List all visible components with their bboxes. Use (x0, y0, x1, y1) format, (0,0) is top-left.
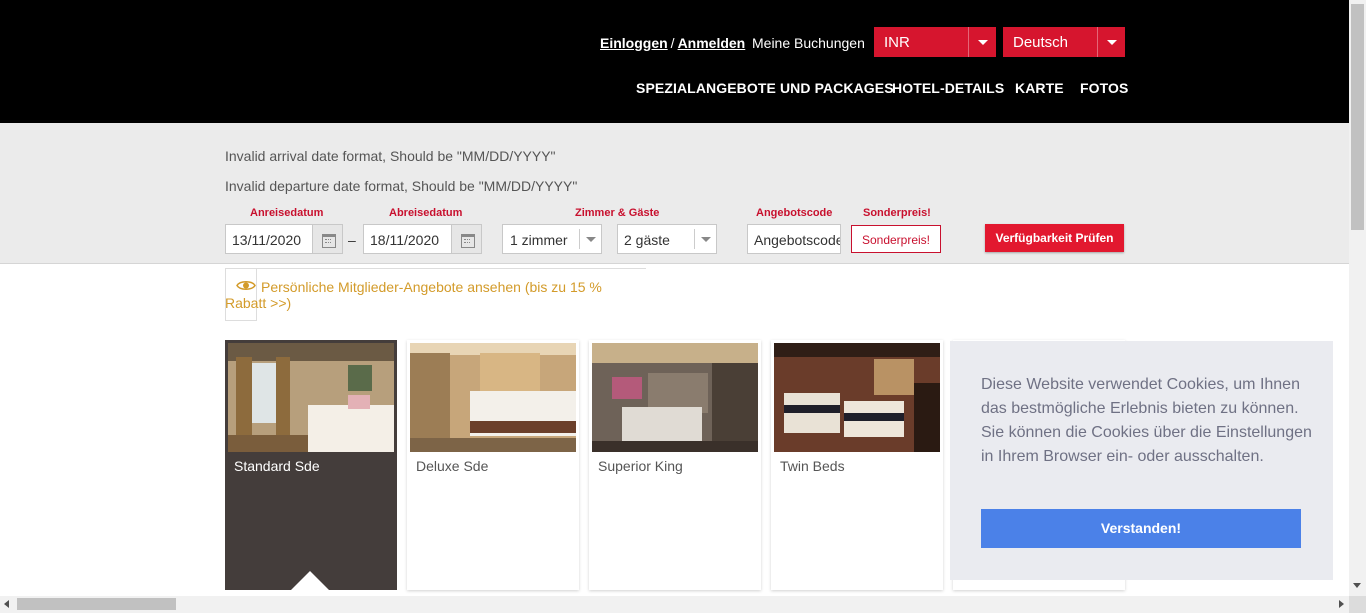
cookie-text: Diese Website verwendet Cookies, um Ihne… (981, 376, 1312, 465)
room-card-superior-king[interactable]: Superior King (589, 340, 761, 590)
room-name: Superior King (598, 458, 683, 474)
cookie-accept-button[interactable]: Verstanden! (981, 509, 1301, 548)
departure-label: Abreisedatum (389, 207, 463, 219)
promo-code-placeholder: Angebotscode (754, 232, 841, 248)
room-name: Twin Beds (780, 458, 845, 474)
room-card-standard[interactable]: Standard Sde (225, 340, 397, 590)
rooms-guests-label: Zimmer & Gäste (575, 207, 660, 219)
register-link[interactable]: Anmelden (678, 35, 746, 51)
nav-hotel-details[interactable]: HOTEL-DETAILS (892, 80, 1004, 96)
currency-value: INR (884, 34, 910, 51)
my-bookings-link[interactable]: Meine Buchungen (752, 35, 865, 51)
rooms-value: 1 zimmer (510, 232, 568, 248)
calendar-icon[interactable] (312, 225, 342, 253)
auth-links: Einloggen / Anmelden (600, 35, 745, 51)
scroll-left-arrow-icon[interactable] (4, 600, 9, 608)
room-name: Standard Sde (234, 458, 320, 474)
nav-special-offers[interactable]: SPEZIALANGEBOTE UND PACKAGES (636, 80, 894, 96)
departure-date-value: 18/11/2020 (370, 232, 440, 248)
vertical-scrollbar[interactable] (1349, 0, 1366, 596)
currency-select[interactable]: INR (874, 27, 996, 57)
chevron-down-icon (1097, 27, 1125, 57)
date-range-dash: – (348, 232, 356, 248)
language-value: Deutsch (1013, 34, 1069, 51)
room-card-twin-beds[interactable]: Twin Beds (771, 340, 943, 590)
promo-code-label: Angebotscode (756, 207, 833, 219)
room-photo (774, 343, 940, 452)
guests-select[interactable]: 2 gäste (617, 224, 717, 254)
chevron-down-icon (579, 229, 601, 249)
check-availability-button[interactable]: Verfügbarkeit Prüfen (985, 224, 1124, 252)
language-select[interactable]: Deutsch (1003, 27, 1125, 57)
horizontal-scroll-thumb[interactable] (17, 598, 176, 610)
cookie-banner: Diese Website verwendet Cookies, um Ihne… (950, 341, 1333, 580)
arrival-error: Invalid arrival date format, Should be "… (225, 148, 556, 164)
room-name: Deluxe Sde (416, 458, 489, 474)
chevron-down-icon (694, 229, 716, 249)
arrival-label: Anreisedatum (250, 207, 324, 219)
login-link[interactable]: Einloggen (600, 35, 668, 51)
horizontal-scrollbar[interactable] (0, 596, 1349, 613)
rooms-select[interactable]: 1 zimmer (502, 224, 602, 254)
departure-error: Invalid departure date format, Should be… (225, 178, 578, 194)
promo-code-input[interactable]: Angebotscode (747, 224, 841, 254)
arrival-date-value: 13/11/2020 (232, 232, 302, 248)
room-photo (592, 343, 758, 452)
selected-indicator (291, 571, 329, 590)
scroll-down-arrow-icon[interactable] (1353, 583, 1361, 588)
special-price-button[interactable]: Sonderpreis! (851, 225, 941, 253)
vertical-scroll-thumb[interactable] (1351, 4, 1364, 230)
arrival-date-field[interactable]: 13/11/2020 (225, 224, 343, 254)
scrollbar-corner (1349, 596, 1366, 613)
room-photo (228, 343, 394, 452)
departure-date-field[interactable]: 18/11/2020 (363, 224, 482, 254)
scroll-right-arrow-icon[interactable] (1339, 600, 1344, 608)
site-header: Einloggen / Anmelden Meine Buchungen INR D… (0, 0, 1349, 123)
member-offers-link[interactable]: Persönliche Mitglieder-Angebote ansehen … (225, 279, 646, 311)
nav-photos[interactable]: FOTOS (1080, 80, 1128, 96)
nav-map[interactable]: KARTE (1015, 80, 1064, 96)
calendar-icon[interactable] (451, 225, 481, 253)
special-price-label: Sonderpreis! (863, 207, 931, 219)
room-photo (410, 343, 576, 452)
guests-value: 2 gäste (624, 232, 670, 248)
room-card-deluxe[interactable]: Deluxe Sde (407, 340, 579, 590)
chevron-down-icon (968, 27, 996, 57)
auth-separator: / (670, 35, 675, 51)
